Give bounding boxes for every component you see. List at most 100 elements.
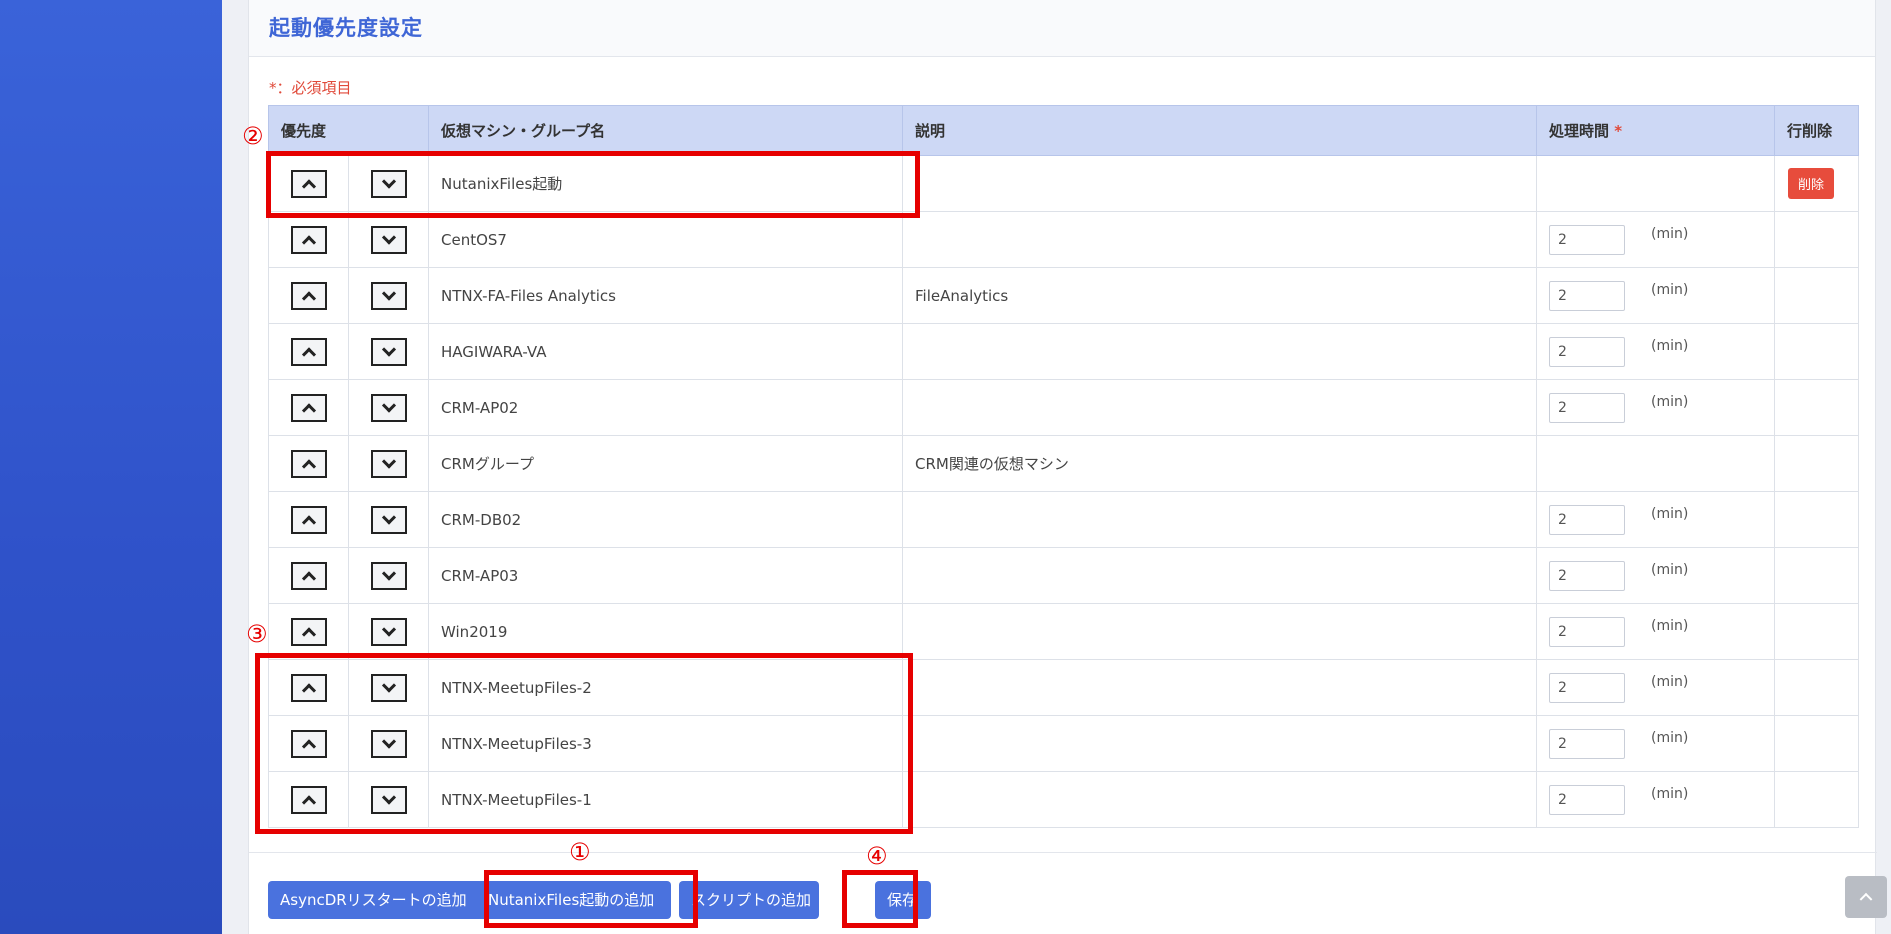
move-down-button[interactable] [370,449,407,478]
time-input[interactable] [1549,392,1626,423]
move-up-button[interactable] [290,505,327,534]
time-cell: (min) [1536,211,1776,268]
add-script-button[interactable]: スクリプトの追加 [679,881,819,919]
header-description: 説明 [902,105,1538,156]
required-mark: * [1614,122,1623,140]
delete-cell [1774,267,1860,324]
move-up-button[interactable] [290,449,327,478]
delete-row-button[interactable]: 削除 [1788,168,1835,199]
move-up-button[interactable] [290,561,327,590]
table-row: HAGIWARA-VA (min) [268,323,1860,380]
delete-cell [1774,435,1860,492]
time-cell: (min) [1536,659,1776,716]
time-unit: (min) [1651,785,1689,802]
time-cell: (min) [1536,547,1776,604]
vm-group-name: CRMグループ [428,435,904,492]
description-cell: CRM関連の仮想マシン [902,435,1538,492]
move-up-cell [268,603,349,660]
header-time-label: 処理時間 [1549,122,1610,140]
move-down-cell [347,267,430,324]
highlight-box-4 [842,870,918,928]
chevron-down-icon [381,341,396,357]
move-up-button[interactable] [290,617,327,646]
move-down-cell [347,491,430,548]
delete-cell [1774,603,1860,660]
delete-cell: 削除 [1774,155,1860,212]
header-time: 処理時間 * [1536,105,1776,156]
move-down-button[interactable] [370,225,407,254]
vm-group-name: NTNX-FA-Files Analytics [428,267,904,324]
time-wrap: (min) [1549,504,1762,535]
move-down-cell [347,323,430,380]
time-wrap: (min) [1549,336,1762,367]
move-down-button[interactable] [370,505,407,534]
vm-group-name: HAGIWARA-VA [428,323,904,380]
move-down-cell [347,379,430,436]
time-input[interactable] [1549,280,1626,311]
table-header-row: 優先度 仮想マシン・グループ名 説明 処理時間 * 行削除 [267,105,1860,156]
table-row: CRMグループ CRM関連の仮想マシン [268,435,1860,492]
move-up-button[interactable] [290,337,327,366]
move-down-button[interactable] [370,337,407,366]
time-wrap: (min) [1549,280,1762,311]
move-up-button[interactable] [290,225,327,254]
delete-cell [1774,379,1860,436]
time-input[interactable] [1549,728,1626,759]
move-down-button[interactable] [370,617,407,646]
time-input[interactable] [1549,672,1626,703]
time-cell: (min) [1536,771,1776,828]
description-cell [902,603,1538,660]
move-down-button[interactable] [370,561,407,590]
time-unit: (min) [1651,729,1689,746]
table-row: CRM-AP03 (min) [268,547,1860,604]
chevron-up-icon [1859,892,1873,906]
time-wrap: (min) [1549,224,1762,255]
time-input[interactable] [1549,784,1626,815]
page-title: 起動優先度設定 [269,16,423,40]
move-up-cell [268,267,349,324]
time-wrap: (min) [1549,560,1762,591]
description-cell [902,211,1538,268]
move-up-cell [268,491,349,548]
time-input[interactable] [1549,504,1626,535]
time-cell: (min) [1536,323,1776,380]
add-asyncdr-restart-button[interactable]: AsyncDRリスタートの追加 [268,881,483,919]
delete-cell [1774,491,1860,548]
time-unit: (min) [1651,617,1689,634]
move-up-button[interactable] [290,281,327,310]
description-cell [902,659,1538,716]
move-up-button[interactable] [290,393,327,422]
time-cell: (min) [1536,715,1776,772]
highlight-box-3 [255,653,913,834]
time-input[interactable] [1549,224,1626,255]
chevron-down-icon [381,565,396,581]
annotation-number-4: ④ [866,842,888,870]
highlight-box-2 [266,151,920,218]
time-wrap: (min) [1549,616,1762,647]
move-down-button[interactable] [370,393,407,422]
vm-group-name: Win2019 [428,603,904,660]
time-input[interactable] [1549,560,1626,591]
time-input[interactable] [1549,616,1626,647]
vm-group-name: CRM-AP03 [428,547,904,604]
table-row: CRM-DB02 (min) [268,491,1860,548]
time-cell: (min) [1536,491,1776,548]
scroll-top-button[interactable] [1845,876,1887,918]
description-cell: FileAnalytics [902,267,1538,324]
time-input[interactable] [1549,336,1626,367]
table-row: NTNX-FA-Files Analytics FileAnalytics (m… [268,267,1860,324]
move-down-button[interactable] [370,281,407,310]
chevron-up-icon [301,290,316,306]
delete-cell [1774,211,1860,268]
delete-cell [1774,715,1860,772]
chevron-up-icon [301,402,316,418]
move-up-cell [268,211,349,268]
annotation-number-2: ② [242,122,264,150]
time-cell: (min) [1536,603,1776,660]
vm-group-name: CRM-DB02 [428,491,904,548]
time-unit: (min) [1651,337,1689,354]
time-cell [1536,435,1776,492]
vm-group-name: CRM-AP02 [428,379,904,436]
chevron-up-icon [301,514,316,530]
time-unit: (min) [1651,225,1689,242]
